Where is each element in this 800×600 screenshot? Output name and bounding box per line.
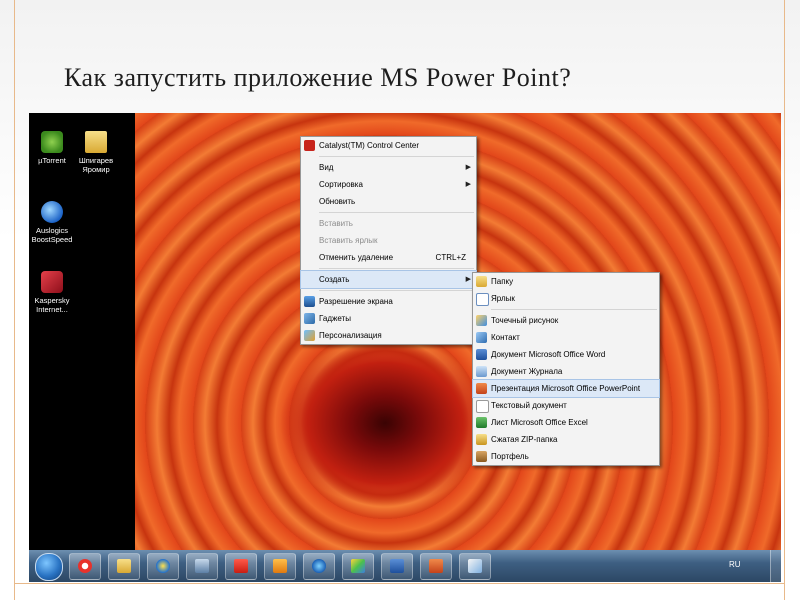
personalize-icon: [304, 330, 315, 341]
media-icon: [273, 559, 287, 573]
display-icon: [304, 296, 315, 307]
submenu-item-excel[interactable]: Лист Microsoft Office Excel: [473, 414, 659, 431]
yandex-icon: [234, 559, 248, 573]
taskbar-colorful-app[interactable]: [342, 553, 374, 580]
taskbar-paint[interactable]: [459, 553, 491, 580]
slide-border-bottom: [14, 583, 785, 584]
menu-item-paste[interactable]: Вставить: [301, 215, 476, 232]
desktop-icon-folder[interactable]: Шпигарев Яромир: [66, 131, 126, 174]
taskbar-word[interactable]: [381, 553, 413, 580]
menu-item-personalization[interactable]: Персонализация: [301, 327, 476, 344]
menu-item-view[interactable]: Вид ▶: [301, 159, 476, 176]
desktop-context-menu: Catalyst(TM) Control Center Вид ▶ Сортир…: [300, 136, 477, 345]
submenu-arrow-icon: ▶: [465, 276, 471, 283]
powerpoint-icon: [476, 383, 487, 394]
language-indicator[interactable]: RU: [729, 560, 741, 569]
browser-icon: [312, 559, 326, 573]
taskbar: RU: [29, 550, 781, 582]
submenu-item-zip[interactable]: Сжатая ZIP-папка: [473, 431, 659, 448]
paint-icon: [468, 559, 482, 573]
taskbar-shield[interactable]: [147, 553, 179, 580]
shield-icon: [156, 559, 170, 573]
menu-separator: [319, 212, 474, 213]
menu-separator: [319, 156, 474, 157]
taskbar-explorer[interactable]: [108, 553, 140, 580]
bitmap-icon: [476, 315, 487, 326]
boostspeed-icon: [41, 201, 63, 223]
menu-item-screen-resolution[interactable]: Разрешение экрана: [301, 293, 476, 310]
desktop-screenshot: µTorrent Шпигарев Яромир Auslogics Boost…: [29, 113, 781, 582]
desktop-left-panel: [29, 113, 135, 550]
desktop-icon-label: Шпигарев Яромир: [78, 156, 114, 174]
submenu-item-word[interactable]: Документ Microsoft Office Word: [473, 346, 659, 363]
submenu-item-contact[interactable]: Контакт: [473, 329, 659, 346]
taskbar-browser[interactable]: [303, 553, 335, 580]
menu-item-gadgets[interactable]: Гаджеты: [301, 310, 476, 327]
folder-icon: [476, 276, 487, 287]
catalyst-icon: [304, 140, 315, 151]
submenu-item-journal[interactable]: Документ Журнала: [473, 363, 659, 380]
journal-icon: [476, 366, 487, 377]
volume-icon: [195, 559, 209, 573]
submenu-item-text[interactable]: Текстовый документ: [473, 397, 659, 414]
zip-icon: [476, 434, 487, 445]
slide-title-text: Как запустить приложение MS Power Point?: [64, 63, 572, 92]
taskbar-media[interactable]: [264, 553, 296, 580]
explorer-icon: [117, 559, 131, 573]
menu-item-paste-shortcut[interactable]: Вставить ярлык: [301, 232, 476, 249]
contact-icon: [476, 332, 487, 343]
gadgets-icon: [304, 313, 315, 324]
desktop-icon-label: Auslogics BoostSpeed: [31, 226, 73, 244]
show-desktop-button[interactable]: [770, 550, 781, 582]
shortcut-icon: [476, 293, 489, 306]
taskbar-yandex[interactable]: [225, 553, 257, 580]
word-icon: [476, 349, 487, 360]
utorrent-icon: [41, 131, 63, 153]
submenu-item-folder[interactable]: Папку: [473, 273, 659, 290]
word-icon: [390, 559, 404, 573]
excel-icon: [476, 417, 487, 428]
desktop-icon-kaspersky[interactable]: Kaspersky Internet...: [29, 271, 82, 314]
menu-separator: [319, 290, 474, 291]
start-button[interactable]: [35, 553, 63, 581]
colorful-icon: [351, 559, 365, 573]
menu-item-sort[interactable]: Сортировка ▶: [301, 176, 476, 193]
submenu-item-shortcut[interactable]: Ярлык: [473, 290, 659, 307]
menu-item-catalyst[interactable]: Catalyst(TM) Control Center: [301, 137, 476, 154]
taskbar-volume[interactable]: [186, 553, 218, 580]
create-submenu: Папку Ярлык Точечный рисунок Контакт Док…: [472, 272, 660, 466]
submenu-item-powerpoint[interactable]: Презентация Microsoft Office PowerPoint: [472, 379, 660, 398]
submenu-arrow-icon: ▶: [465, 181, 471, 188]
menu-item-refresh[interactable]: Обновить: [301, 193, 476, 210]
text-icon: [476, 400, 489, 413]
taskbar-yandex-browser[interactable]: [69, 553, 101, 580]
powerpoint-icon: [429, 559, 443, 573]
slide-border-right: [784, 0, 785, 600]
menu-separator: [491, 309, 657, 310]
slide-title: Как запустить приложение MS Power Point?: [58, 63, 571, 93]
submenu-item-bitmap[interactable]: Точечный рисунок: [473, 312, 659, 329]
folder-icon: [85, 131, 107, 153]
kaspersky-icon: [41, 271, 63, 293]
yandex-browser-icon: [78, 559, 92, 573]
shortcut-label: CTRL+Z: [435, 253, 466, 262]
slide-border-left: [14, 0, 15, 600]
submenu-item-briefcase[interactable]: Портфель: [473, 448, 659, 465]
desktop-icon-boostspeed[interactable]: Auslogics BoostSpeed: [29, 201, 82, 244]
briefcase-icon: [476, 451, 487, 462]
menu-item-undo-delete[interactable]: Отменить удаление CTRL+Z: [301, 249, 476, 266]
menu-separator: [319, 268, 474, 269]
submenu-arrow-icon: ▶: [465, 164, 471, 171]
desktop-icon-label: Kaspersky Internet...: [34, 296, 70, 314]
menu-item-create[interactable]: Создать ▶: [300, 270, 477, 289]
taskbar-powerpoint[interactable]: [420, 553, 452, 580]
